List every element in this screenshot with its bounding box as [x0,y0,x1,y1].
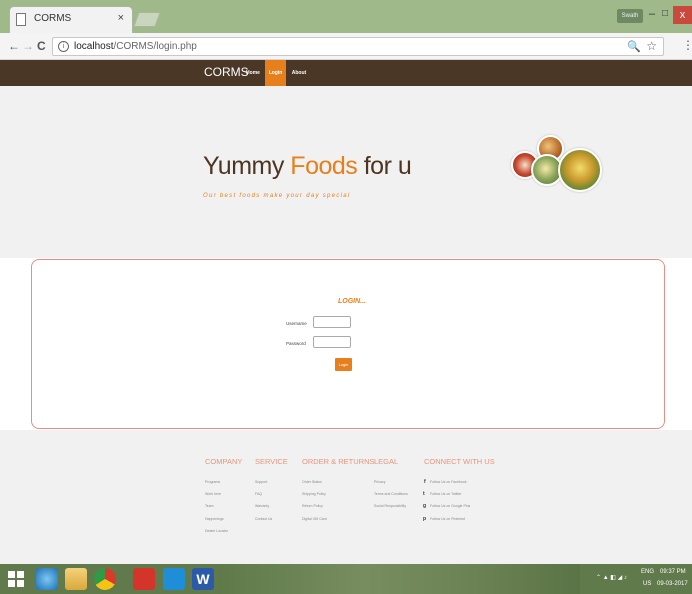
url-host: localhost [74,41,114,52]
maximize-icon[interactable]: □ [662,8,668,19]
hero-title: Yummy Foods for u [203,152,412,181]
footer-link[interactable]: Happenings [205,517,224,521]
hero-tagline: Our best foods make your day special [203,193,351,199]
login-panel: LOGIN... Username Password Login [31,259,665,429]
taskbar-wallpaper [220,564,580,594]
twitter-icon[interactable]: t [423,491,425,497]
google-plus-icon[interactable]: g [423,503,426,509]
reload-icon[interactable]: C [37,39,46,53]
footer-link[interactable]: Follow Us on Facebook [430,480,467,484]
media-app-icon[interactable] [133,568,155,590]
footer-heading-legal: LEGAL [374,457,399,466]
zoom-icon[interactable]: 🔍 [627,40,641,53]
footer-link[interactable]: Follow Us on Twitter [430,492,461,496]
url-text: localhost/CORMS/login.php [74,41,197,52]
password-label: Password [286,341,306,346]
bookmark-star-icon[interactable]: ☆ [646,39,657,53]
hero-title-part1: Yummy [203,152,291,180]
nav-about[interactable]: About [289,60,309,86]
site-footer: COMPANY Programs Work here Team Happenin… [0,430,692,564]
footer-link[interactable]: Order Status [302,480,322,484]
footer-link[interactable]: Shipping Policy [302,492,326,496]
browser-menu-icon[interactable]: ⋮ [682,38,692,52]
footer-link[interactable]: Support [255,480,267,484]
password-input[interactable] [313,336,351,348]
new-tab-button[interactable] [133,12,161,27]
footer-link[interactable]: Social Responsibility [374,504,406,508]
login-button[interactable]: Login [335,358,352,371]
info-icon[interactable]: i [58,41,69,52]
footer-link[interactable]: Work here [205,492,221,496]
back-icon[interactable]: ← [8,39,20,53]
footer-link[interactable]: Contact Us [255,517,272,521]
footer-heading-company: COMPANY [205,457,243,466]
footer-link[interactable]: FAQ [255,492,262,496]
tab-title: CORMS [34,13,72,24]
browser-titlebar: CORMS × Swath – □ x [0,0,692,33]
clock-time[interactable]: 09:37 PM [660,569,686,575]
facebook-icon[interactable]: f [424,479,426,485]
footer-heading-orders: ORDER & RETURNS [302,457,375,466]
region-indicator[interactable]: US [643,581,651,587]
footer-heading-connect: CONNECT WITH US [424,457,495,466]
footer-link[interactable]: Team [205,504,214,508]
site-brand[interactable]: CORMS [204,65,249,79]
food-image-curry [558,148,602,192]
footer-link[interactable]: Programs [205,480,220,484]
login-heading: LOGIN... [338,298,366,305]
tab-close-icon[interactable]: × [118,12,124,24]
profile-badge[interactable]: Swath [617,9,643,23]
close-window-icon[interactable]: x [673,6,692,24]
footer-link[interactable]: Follow Us on Google Plus [430,504,470,508]
hero-banner: Yummy Foods for u Our best foods make yo… [0,86,692,258]
footer-link[interactable]: Privacy [374,480,385,484]
footer-link[interactable]: Digital Gift Card [302,517,327,521]
language-indicator[interactable]: ENG [641,569,654,575]
address-bar[interactable]: i localhost/CORMS/login.php 🔍 ☆ [52,37,664,56]
windows-taskbar: W ⌃ ▲ ◧ ◢ ♪ ENG US 09:37 PM 09-03-2017 [0,564,692,594]
nav-home[interactable]: Home [243,60,263,86]
url-path: /CORMS/login.php [113,41,197,52]
chrome-icon[interactable] [94,568,116,590]
page-icon [16,13,26,26]
browser-tab[interactable]: CORMS × [9,6,133,33]
footer-link[interactable]: Warranty [255,504,269,508]
tray-icons[interactable]: ⌃ ▲ ◧ ◢ ♪ [596,574,627,581]
forward-icon[interactable]: → [22,39,34,53]
site-navbar: CORMS Home Login About [0,60,692,86]
login-section: LOGIN... Username Password Login [0,258,692,430]
pinterest-icon[interactable]: p [423,516,426,522]
hero-title-accent: Foods [290,152,358,180]
browser-toolbar: ← → C i localhost/CORMS/login.php 🔍 ☆ [0,33,692,60]
word-icon[interactable]: W [192,568,214,590]
footer-heading-service: SERVICE [255,457,288,466]
skype-icon[interactable] [163,568,185,590]
hero-title-part2: for u [357,152,412,180]
footer-link[interactable]: Dealer Locator [205,529,228,533]
username-label: Username [286,321,307,326]
footer-link[interactable]: Return Policy [302,504,323,508]
windows-start-icon[interactable] [8,571,24,587]
internet-explorer-icon[interactable] [36,568,58,590]
nav-login[interactable]: Login [265,60,286,86]
footer-link[interactable]: Follow Us on Pinterest [430,517,465,521]
clock-date[interactable]: 09-03-2017 [657,581,688,587]
minimize-icon[interactable]: – [649,8,655,20]
footer-link[interactable]: Terms and Conditions [374,492,408,496]
file-explorer-icon[interactable] [65,568,87,590]
username-input[interactable] [313,316,351,328]
